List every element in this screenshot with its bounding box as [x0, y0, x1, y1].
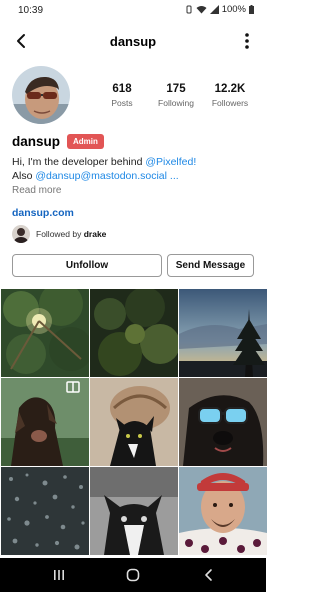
grid-post[interactable] — [90, 289, 178, 377]
signal-icon — [209, 5, 219, 14]
posts-count: 618 — [112, 83, 132, 95]
profile-avatar[interactable] — [12, 66, 70, 124]
following-label: Following — [158, 98, 194, 108]
more-vertical-icon — [245, 33, 249, 49]
grid-post[interactable] — [90, 467, 178, 555]
wifi-icon — [196, 6, 207, 14]
grid-post[interactable] — [179, 289, 267, 377]
bio-link-pixelfed[interactable]: @Pixelfed! — [145, 156, 196, 168]
post-image — [1, 289, 89, 377]
grid-post[interactable] — [1, 467, 89, 555]
profile-bio: Hi, I'm the developer behind @Pixelfed! … — [12, 155, 257, 183]
followed-by-user: drake — [83, 229, 107, 239]
post-image — [179, 378, 267, 466]
followers-count: 12.2K — [214, 83, 246, 95]
unfollow-button[interactable]: Unfollow — [12, 254, 162, 277]
home-icon[interactable] — [126, 568, 140, 582]
grid-post[interactable] — [90, 378, 178, 466]
bio-link-mastodon[interactable]: @dansup@mastodon.social ... — [35, 170, 178, 182]
grid-post[interactable] — [179, 378, 267, 466]
page-title: dansup — [109, 34, 157, 49]
post-image — [90, 289, 178, 377]
grid-post[interactable] — [1, 289, 89, 377]
battery-percent: 100% — [221, 4, 246, 15]
grid-post[interactable] — [179, 467, 267, 555]
followed-by-text: Followed by — [36, 229, 84, 239]
status-bar: 10:39 100% — [0, 0, 266, 20]
post-image — [90, 467, 178, 555]
system-nav-bar — [0, 558, 266, 592]
profile-stats: 618 Posts 175 Following 12.2K Followers — [96, 83, 256, 108]
name-row: dansup Admin — [12, 134, 104, 149]
send-message-button[interactable]: Send Message — [167, 254, 254, 277]
more-options-button[interactable] — [244, 32, 250, 50]
bio-text-1: Hi, I'm the developer behind — [12, 156, 146, 168]
stat-following[interactable]: 175 Following — [150, 83, 202, 108]
post-image — [90, 378, 178, 466]
post-image — [1, 467, 89, 555]
bio-text-2: Also — [12, 170, 36, 182]
vibrate-icon — [186, 5, 192, 14]
read-more-link[interactable]: Read more — [12, 185, 61, 196]
system-back-icon[interactable] — [202, 568, 216, 582]
avatar-image — [12, 66, 70, 124]
followers-label: Followers — [211, 98, 249, 108]
photo-grid — [0, 288, 267, 558]
website-link[interactable]: dansup.com — [12, 207, 74, 219]
post-image — [179, 289, 267, 377]
admin-badge: Admin — [67, 134, 104, 149]
followed-by[interactable]: Followed by drake — [12, 225, 106, 243]
display-name: dansup — [12, 134, 61, 149]
battery-icon — [249, 5, 254, 14]
status-icons: 100% — [185, 4, 254, 15]
recent-apps-icon[interactable] — [52, 568, 66, 582]
status-time: 10:39 — [18, 5, 44, 16]
post-image — [1, 378, 89, 466]
profile-header: dansup — [0, 26, 266, 56]
stat-posts[interactable]: 618 Posts — [96, 83, 148, 108]
following-count: 175 — [166, 83, 186, 95]
follower-avatar — [12, 225, 30, 243]
grid-post[interactable] — [1, 378, 89, 466]
stat-followers[interactable]: 12.2K Followers — [204, 83, 256, 108]
post-image — [179, 467, 267, 555]
posts-label: Posts — [111, 98, 133, 108]
